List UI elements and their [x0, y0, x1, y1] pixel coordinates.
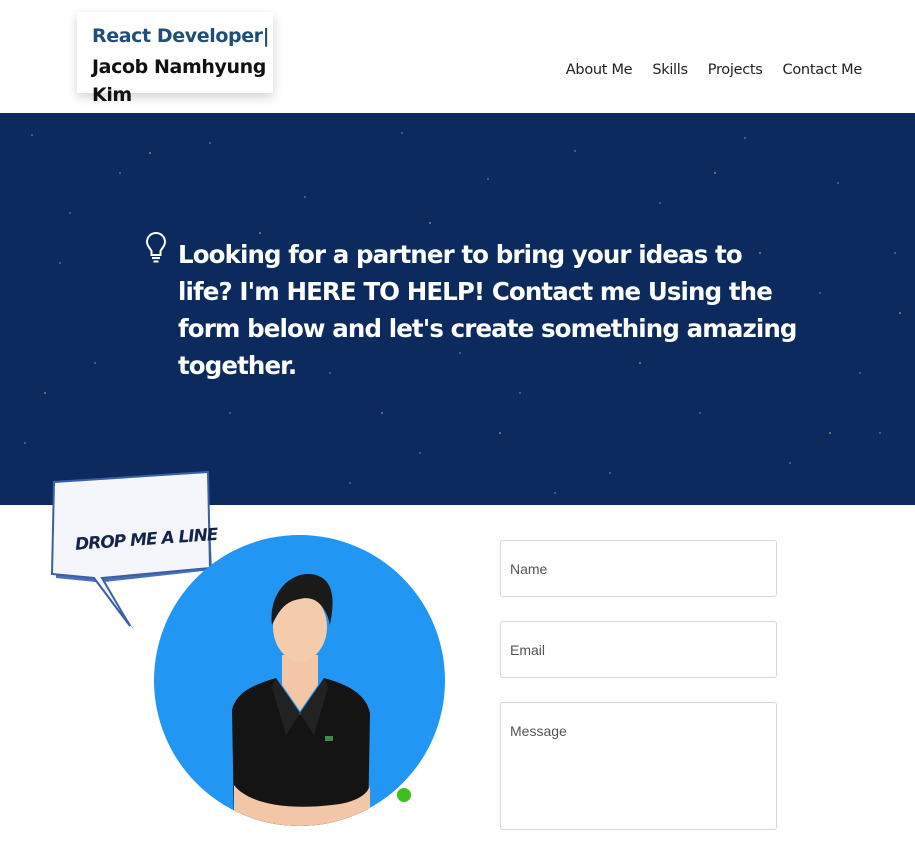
nav-item-projects[interactable]: Projects — [708, 62, 763, 78]
brand-role: React Developer| — [92, 25, 270, 47]
name-field[interactable] — [500, 540, 777, 597]
site-header: React Developer| Jacob Namhyung Kim Abou… — [0, 0, 915, 113]
online-status-indicator — [395, 786, 413, 804]
person-photo — [232, 573, 370, 826]
avatar — [154, 535, 445, 826]
main-nav: About Me Skills Projects Contact Me — [566, 62, 863, 78]
brand-card[interactable]: React Developer| Jacob Namhyung Kim — [77, 12, 273, 106]
lightbulb-icon — [145, 231, 167, 263]
brand-name: Jacob Namhyung Kim — [92, 56, 266, 106]
nav-item-contact-me[interactable]: Contact Me — [783, 62, 863, 78]
email-field[interactable] — [500, 621, 777, 678]
hero-headline: Looking for a partner to bring your idea… — [178, 240, 797, 380]
nav-item-skills[interactable]: Skills — [652, 62, 688, 78]
hero-banner: Looking for a partner to bring your idea… — [0, 113, 915, 505]
message-field[interactable] — [500, 702, 777, 830]
nav-item-about-me[interactable]: About Me — [566, 62, 633, 78]
